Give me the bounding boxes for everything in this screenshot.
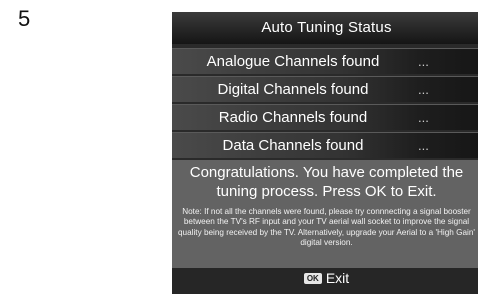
completion-message-box: Congratulations. You have completed the …: [172, 160, 478, 268]
ok-key-icon: OK: [303, 273, 322, 284]
channel-status: ...: [418, 110, 429, 125]
step-number: 5: [18, 6, 31, 31]
exit-button[interactable]: OK Exit: [172, 268, 478, 294]
channel-status: ...: [418, 138, 429, 153]
channel-label: Data Channels found: [222, 137, 364, 154]
exit-label: Exit: [325, 270, 350, 286]
channel-row-radio: Radio Channels found ...: [172, 104, 478, 130]
channel-label: Analogue Channels found: [206, 53, 380, 70]
auto-tuning-status-screen: Auto Tuning Status Analogue Channels fou…: [172, 12, 478, 294]
channel-row-data: Data Channels found ...: [172, 132, 478, 158]
channel-row-digital: Digital Channels found ...: [172, 76, 478, 102]
channel-label: Radio Channels found: [218, 109, 368, 126]
channel-row-analogue: Analogue Channels found ...: [172, 48, 478, 74]
channel-label: Digital Channels found: [217, 81, 369, 98]
signal-note: Note: If not all the channels were found…: [178, 207, 475, 248]
channel-status: ...: [418, 54, 429, 69]
congratulations-message: Congratulations. You have completed the …: [189, 164, 464, 200]
channel-status: ...: [418, 82, 429, 97]
screen-title: Auto Tuning Status: [172, 12, 478, 44]
